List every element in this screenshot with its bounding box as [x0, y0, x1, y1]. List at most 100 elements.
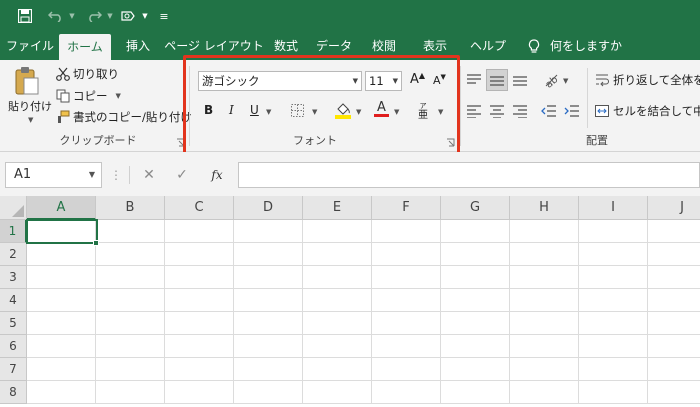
cell-j4[interactable]	[648, 289, 700, 312]
cell-a2[interactable]	[27, 243, 96, 266]
cell-i3[interactable]	[579, 266, 648, 289]
align-top-icon[interactable]	[466, 73, 482, 87]
align-middle-button[interactable]	[486, 69, 508, 91]
touch-mode-icon[interactable]	[117, 5, 139, 27]
cut-button[interactable]: 切り取り	[56, 66, 119, 82]
column-header-f[interactable]: F	[372, 196, 441, 220]
row-header-4[interactable]: 4	[0, 289, 27, 312]
cell-b3[interactable]	[96, 266, 165, 289]
row-header-3[interactable]: 3	[0, 266, 27, 289]
cell-i2[interactable]	[579, 243, 648, 266]
cell-b6[interactable]	[96, 335, 165, 358]
align-left-icon[interactable]	[466, 104, 482, 118]
confirm-entry-button[interactable]: ✓	[172, 162, 192, 188]
cell-d8[interactable]	[234, 381, 303, 404]
row-header-1[interactable]: 1	[0, 220, 27, 243]
column-header-h[interactable]: H	[510, 196, 579, 220]
cell-d3[interactable]	[234, 266, 303, 289]
align-center-icon[interactable]	[489, 104, 505, 118]
cell-c2[interactable]	[165, 243, 234, 266]
cell-i5[interactable]	[579, 312, 648, 335]
save-icon[interactable]	[14, 5, 36, 27]
cell-d4[interactable]	[234, 289, 303, 312]
cell-d1[interactable]	[234, 220, 303, 243]
cell-h1[interactable]	[510, 220, 579, 243]
redo-icon[interactable]	[84, 5, 104, 27]
cell-j8[interactable]	[648, 381, 700, 404]
column-header-b[interactable]: B	[96, 196, 165, 220]
cell-b4[interactable]	[96, 289, 165, 312]
cell-f2[interactable]	[372, 243, 441, 266]
cell-a8[interactable]	[27, 381, 96, 404]
column-header-j[interactable]: J	[648, 196, 700, 220]
orientation-dropdown-icon[interactable]: ▼	[563, 77, 568, 85]
cell-b2[interactable]	[96, 243, 165, 266]
cell-a4[interactable]	[27, 289, 96, 312]
column-header-i[interactable]: I	[579, 196, 648, 220]
row-header-5[interactable]: 5	[0, 312, 27, 335]
cell-f8[interactable]	[372, 381, 441, 404]
column-header-d[interactable]: D	[234, 196, 303, 220]
paste-dropdown-icon[interactable]: ▼	[28, 116, 33, 124]
cell-i8[interactable]	[579, 381, 648, 404]
cell-h8[interactable]	[510, 381, 579, 404]
cell-c5[interactable]	[165, 312, 234, 335]
cell-j5[interactable]	[648, 312, 700, 335]
align-bottom-icon[interactable]	[512, 73, 528, 87]
cell-f1[interactable]	[372, 220, 441, 243]
cell-i1[interactable]	[579, 220, 648, 243]
tab-home[interactable]: ホーム	[59, 34, 111, 60]
paste-icon[interactable]	[14, 66, 40, 96]
cell-b1[interactable]	[96, 220, 165, 243]
cell-f4[interactable]	[372, 289, 441, 312]
cell-f7[interactable]	[372, 358, 441, 381]
cell-c4[interactable]	[165, 289, 234, 312]
cell-g2[interactable]	[441, 243, 510, 266]
cell-g6[interactable]	[441, 335, 510, 358]
cell-g1[interactable]	[441, 220, 510, 243]
cell-j7[interactable]	[648, 358, 700, 381]
cell-g7[interactable]	[441, 358, 510, 381]
cell-g8[interactable]	[441, 381, 510, 404]
cell-j1[interactable]	[648, 220, 700, 243]
cell-a7[interactable]	[27, 358, 96, 381]
cell-g3[interactable]	[441, 266, 510, 289]
redo-dropdown-icon[interactable]: ▼	[105, 5, 115, 27]
cell-i7[interactable]	[579, 358, 648, 381]
customize-icon[interactable]: ≡	[158, 5, 170, 27]
undo-dropdown-icon[interactable]: ▼	[67, 5, 77, 27]
cell-a3[interactable]	[27, 266, 96, 289]
cell-e1[interactable]	[303, 220, 372, 243]
cell-e3[interactable]	[303, 266, 372, 289]
row-header-6[interactable]: 6	[0, 335, 27, 358]
merge-center-button[interactable]: セルを結合して中央	[595, 103, 700, 119]
cell-d2[interactable]	[234, 243, 303, 266]
cell-h2[interactable]	[510, 243, 579, 266]
cell-f3[interactable]	[372, 266, 441, 289]
cell-c6[interactable]	[165, 335, 234, 358]
cell-e2[interactable]	[303, 243, 372, 266]
cancel-entry-button[interactable]: ✕	[139, 162, 159, 188]
cell-c8[interactable]	[165, 381, 234, 404]
tell-me-search[interactable]: 何をしますか	[550, 32, 622, 60]
cell-h5[interactable]	[510, 312, 579, 335]
tab-file[interactable]: ファイル	[4, 32, 56, 60]
copy-dropdown-icon[interactable]: ▼	[116, 92, 121, 100]
cell-j6[interactable]	[648, 335, 700, 358]
cell-e6[interactable]	[303, 335, 372, 358]
cell-i4[interactable]	[579, 289, 648, 312]
format-painter-button[interactable]: 書式のコピー/貼り付け	[56, 109, 192, 125]
column-header-g[interactable]: G	[441, 196, 510, 220]
cell-g5[interactable]	[441, 312, 510, 335]
cell-a6[interactable]	[27, 335, 96, 358]
orientation-icon[interactable]: ab	[543, 72, 559, 88]
cell-f6[interactable]	[372, 335, 441, 358]
cell-b8[interactable]	[96, 381, 165, 404]
formula-input[interactable]	[238, 162, 700, 188]
cell-c7[interactable]	[165, 358, 234, 381]
cell-a5[interactable]	[27, 312, 96, 335]
name-box[interactable]: A1 ▼	[5, 162, 102, 188]
name-box-dropdown-icon[interactable]: ▼	[89, 163, 95, 187]
paste-button[interactable]: 貼り付け	[8, 98, 52, 114]
cell-e8[interactable]	[303, 381, 372, 404]
